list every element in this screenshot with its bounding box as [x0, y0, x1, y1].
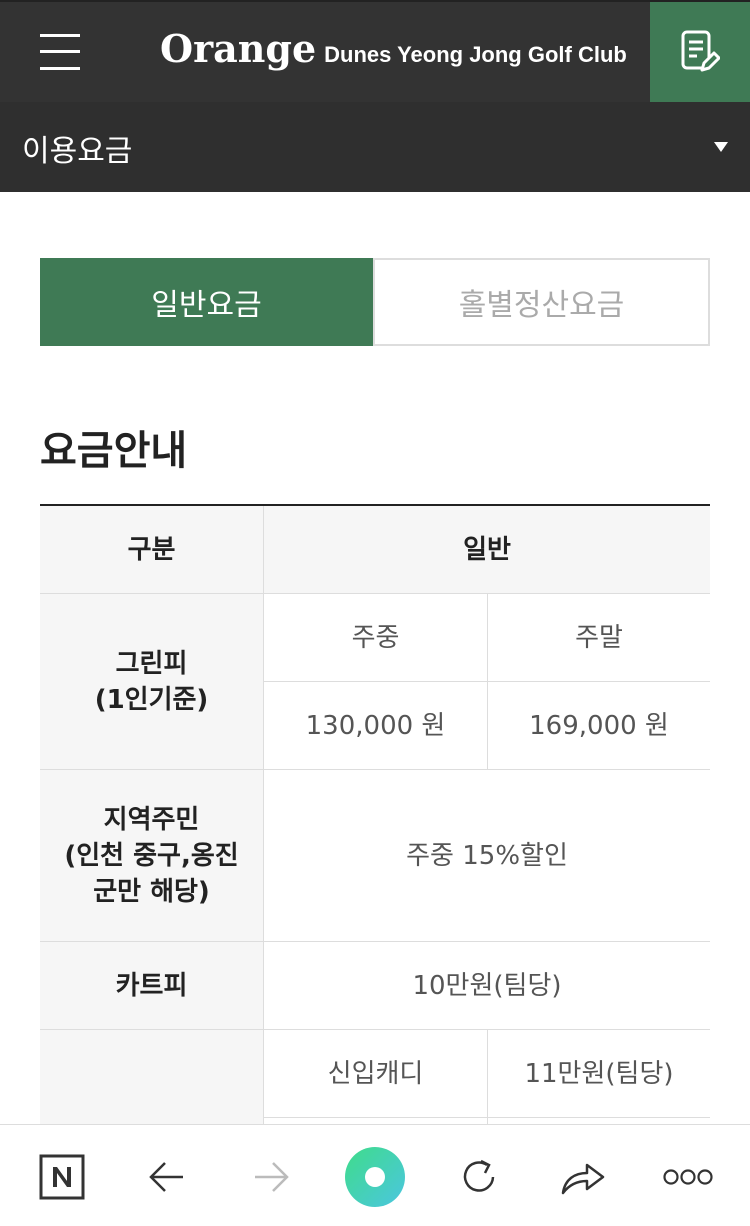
resident-discount: 주중 15%할인: [263, 770, 710, 942]
table-header-category: 구분: [40, 506, 263, 594]
green-dot-icon: [345, 1147, 405, 1207]
weekday-header: 주중: [263, 594, 487, 682]
more-button[interactable]: [658, 1147, 718, 1207]
logo-main-text: Orange: [160, 26, 317, 71]
back-button[interactable]: [137, 1147, 197, 1207]
cart-fee-label: 카트피: [40, 942, 263, 1030]
browser-toolbar: [0, 1124, 750, 1226]
club-logo[interactable]: Orange Dunes Yeong Jong Golf Club: [160, 26, 627, 82]
back-arrow-icon: [149, 1162, 183, 1192]
share-icon: [561, 1163, 605, 1195]
naver-home-button[interactable]: [32, 1147, 92, 1207]
green-dot-button[interactable]: [345, 1147, 405, 1207]
weekend-price: 169,000 원: [487, 682, 710, 770]
forward-button[interactable]: [241, 1147, 301, 1207]
green-fee-label-line2: (1인기준): [94, 684, 209, 715]
cart-fee-value: 10만원(팀당): [263, 942, 710, 1030]
section-title: 요금안내: [40, 428, 188, 474]
green-fee-label: 그린피 (1인기준): [40, 594, 263, 770]
refresh-icon: [463, 1159, 495, 1192]
logo-sub-text: Dunes Yeong Jong Golf Club: [324, 42, 627, 67]
weekend-header: 주말: [487, 594, 710, 682]
more-icon: [663, 1169, 713, 1185]
caret-down-icon: [714, 142, 728, 152]
caddie-type: 신입캐디: [263, 1030, 487, 1118]
resident-label-line1: 지역주민: [103, 804, 200, 835]
caddie-fee-value: 11만원(팀당): [487, 1030, 710, 1118]
resident-label-line2: (인천 중구,옹진: [64, 840, 239, 871]
forward-arrow-icon: [255, 1162, 289, 1192]
green-fee-label-line1: 그린피: [115, 648, 188, 679]
tab-per-hole-fee[interactable]: 홀별정산요금: [373, 258, 710, 346]
refresh-button[interactable]: [449, 1147, 509, 1207]
document-edit-button[interactable]: [650, 2, 750, 102]
share-button[interactable]: [553, 1147, 613, 1207]
fee-table: 구분 일반 그린피 (1인기준) 주중 주말 130,000 원 169,000…: [40, 504, 710, 1158]
resident-label-line3: 군만 해당): [93, 876, 210, 907]
resident-label: 지역주민 (인천 중구,옹진 군만 해당): [40, 770, 263, 942]
document-edit-icon: [681, 30, 720, 72]
table-header-general: 일반: [263, 506, 710, 594]
naver-home-icon: [39, 1154, 85, 1200]
weekday-price: 130,000 원: [263, 682, 487, 770]
hamburger-menu-icon[interactable]: [40, 34, 80, 70]
tab-general-fee[interactable]: 일반요금: [40, 258, 373, 346]
page-select-label: 이용요금: [22, 134, 133, 169]
page-select-dropdown[interactable]: 이용요금: [0, 102, 750, 192]
app-header: Orange Dunes Yeong Jong Golf Club: [0, 0, 750, 102]
fee-tabs: 일반요금 홀별정산요금: [40, 258, 710, 346]
